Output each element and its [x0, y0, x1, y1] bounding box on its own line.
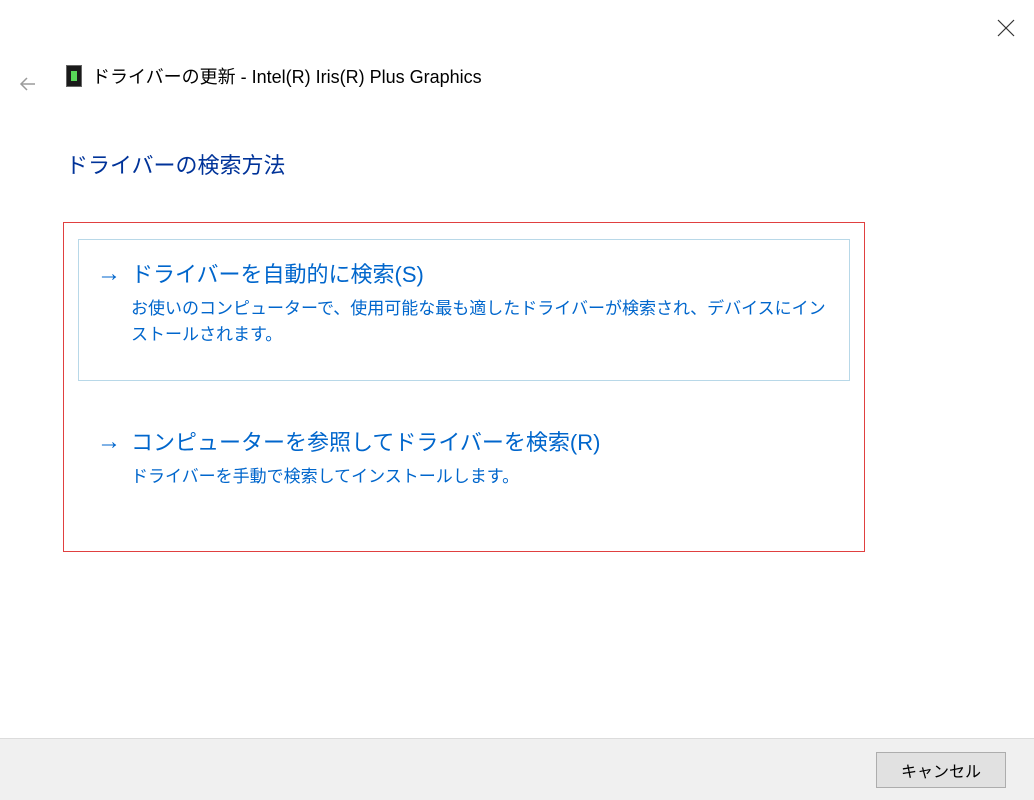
- footer-bar: キャンセル: [0, 738, 1034, 800]
- option-manual-search[interactable]: → コンピューターを参照してドライバーを検索(R) ドライバーを手動で検索してイ…: [78, 407, 850, 523]
- close-button[interactable]: [996, 18, 1016, 38]
- close-icon: [997, 19, 1015, 37]
- device-icon: [66, 65, 82, 87]
- option-description: お使いのコンピューターで、使用可能な最も適したドライバーが検索され、デバイスにイ…: [131, 296, 831, 348]
- option-auto-search[interactable]: → ドライバーを自動的に検索(S) お使いのコンピューターで、使用可能な最も適し…: [78, 239, 850, 381]
- option-title-row: → ドライバーを自動的に検索(S): [97, 260, 831, 290]
- back-button[interactable]: [16, 72, 40, 96]
- option-title: コンピューターを参照してドライバーを検索(R): [131, 428, 600, 458]
- window-title-row: ドライバーの更新 - Intel(R) Iris(R) Plus Graphic…: [66, 63, 482, 89]
- options-container: → ドライバーを自動的に検索(S) お使いのコンピューターで、使用可能な最も適し…: [63, 222, 865, 552]
- cancel-button[interactable]: キャンセル: [876, 752, 1006, 788]
- window-title: ドライバーの更新 - Intel(R) Iris(R) Plus Graphic…: [92, 63, 482, 89]
- arrow-right-icon: →: [97, 260, 121, 288]
- option-title-row: → コンピューターを参照してドライバーを検索(R): [97, 428, 831, 458]
- option-title: ドライバーを自動的に検索(S): [131, 260, 424, 290]
- arrow-right-icon: →: [97, 428, 121, 456]
- option-description: ドライバーを手動で検索してインストールします。: [131, 464, 831, 490]
- page-heading: ドライバーの検索方法: [66, 148, 286, 180]
- back-arrow-icon: [18, 74, 38, 94]
